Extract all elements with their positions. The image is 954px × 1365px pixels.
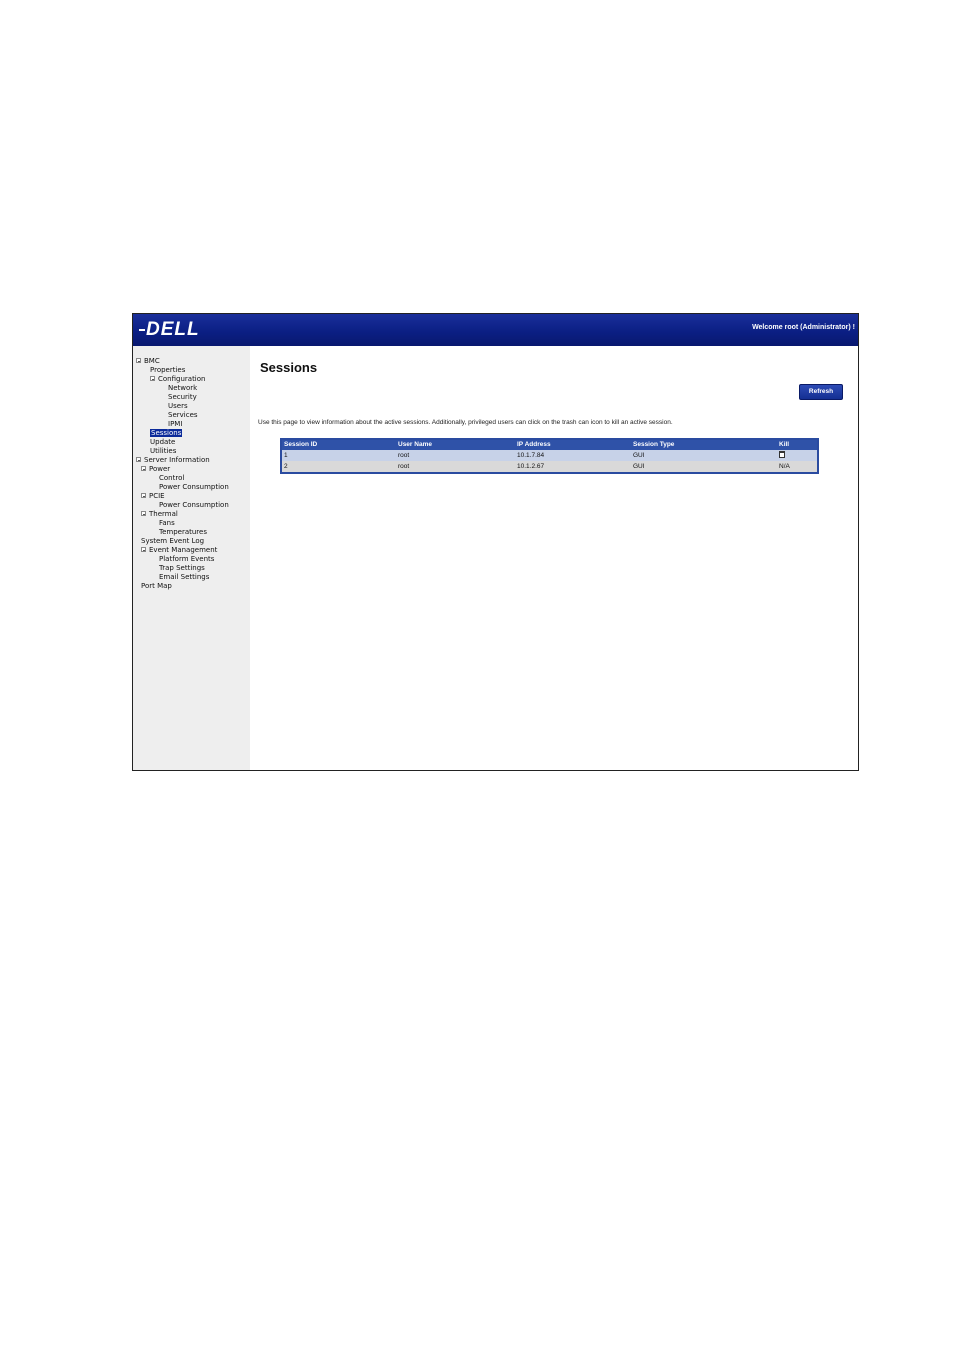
column-header-user-name: User Name xyxy=(396,439,515,450)
sidebar-item-port-map[interactable]: Port Map xyxy=(141,582,172,591)
sidebar-item-trap-settings[interactable]: Trap Settings xyxy=(159,564,205,573)
refresh-button[interactable]: Refresh xyxy=(799,384,843,400)
sidebar-item-platform-events[interactable]: Platform Events xyxy=(159,555,214,564)
sidebar-tree: BMC Properties Configuration Network Sec… xyxy=(133,346,250,770)
trash-icon[interactable] xyxy=(779,451,785,458)
collapse-icon[interactable] xyxy=(141,511,146,516)
cell-session-type: GUI xyxy=(631,461,777,473)
sidebar-item-power-control[interactable]: Control xyxy=(159,474,184,483)
browser-window: DELL Welcome root (Administrator) ! BMC … xyxy=(132,313,859,771)
main-content: Sessions Refresh Use this page to view i… xyxy=(250,346,858,770)
welcome-text: Welcome root (Administrator) ! xyxy=(752,324,855,331)
sidebar-item-users[interactable]: Users xyxy=(168,402,188,411)
sidebar-item-network[interactable]: Network xyxy=(168,384,197,393)
cell-user-name: root xyxy=(396,461,515,473)
sidebar-item-power[interactable]: Power xyxy=(141,465,170,474)
cell-ip-address: 10.1.7.84 xyxy=(515,450,631,461)
cell-session-type: GUI xyxy=(631,450,777,461)
collapse-icon[interactable] xyxy=(141,493,146,498)
sessions-table: Session ID User Name IP Address Session … xyxy=(280,438,819,474)
cell-session-id: 2 xyxy=(281,461,396,473)
sidebar-item-event-management[interactable]: Event Management xyxy=(141,546,217,555)
sidebar-item-thermal[interactable]: Thermal xyxy=(141,510,178,519)
sidebar-item-update[interactable]: Update xyxy=(150,438,175,447)
cell-user-name: root xyxy=(396,450,515,461)
column-header-kill: Kill xyxy=(777,439,818,450)
sidebar-item-power-consumption[interactable]: Power Consumption xyxy=(159,483,229,492)
sidebar-item-temperatures[interactable]: Temperatures xyxy=(159,528,207,537)
sidebar-item-security[interactable]: Security xyxy=(168,393,197,402)
column-header-ip-address: IP Address xyxy=(515,439,631,450)
sidebar-item-pcie[interactable]: PCIE xyxy=(141,492,165,501)
column-header-session-type: Session Type xyxy=(631,439,777,450)
collapse-icon[interactable] xyxy=(136,358,141,363)
sidebar-item-configuration[interactable]: Configuration xyxy=(150,375,205,384)
sidebar-item-sessions[interactable]: Sessions xyxy=(150,429,183,438)
sidebar-item-fans[interactable]: Fans xyxy=(159,519,175,528)
sidebar-item-properties[interactable]: Properties xyxy=(150,366,185,375)
sidebar-item-ipmi[interactable]: IPMI xyxy=(168,420,182,429)
dell-logo: DELL xyxy=(139,317,200,343)
logo-text: DELL xyxy=(146,319,200,340)
collapse-icon[interactable] xyxy=(150,376,155,381)
page-description: Use this page to view information about … xyxy=(258,419,673,426)
collapse-icon[interactable] xyxy=(141,547,146,552)
collapse-icon[interactable] xyxy=(136,457,141,462)
sidebar-item-server-information[interactable]: Server Information xyxy=(136,456,210,465)
cell-kill xyxy=(777,450,818,461)
column-header-session-id: Session ID xyxy=(281,439,396,450)
cell-ip-address: 10.1.2.67 xyxy=(515,461,631,473)
collapse-icon[interactable] xyxy=(141,466,146,471)
sidebar-item-bmc[interactable]: BMC xyxy=(136,357,160,366)
table-header-row: Session ID User Name IP Address Session … xyxy=(281,439,818,450)
sidebar-item-pcie-power-consumption[interactable]: Power Consumption xyxy=(159,501,229,510)
header-bar: DELL Welcome root (Administrator) ! xyxy=(133,314,858,346)
cell-session-id: 1 xyxy=(281,450,396,461)
cell-kill: N/A xyxy=(777,461,818,473)
sidebar-item-utilities[interactable]: Utilities xyxy=(150,447,176,456)
sidebar-item-email-settings[interactable]: Email Settings xyxy=(159,573,209,582)
sidebar-item-services[interactable]: Services xyxy=(168,411,198,420)
page-title: Sessions xyxy=(260,360,318,375)
table-row: 2 root 10.1.2.67 GUI N/A xyxy=(281,461,818,473)
sidebar-item-system-event-log[interactable]: System Event Log xyxy=(141,537,204,546)
table-row: 1 root 10.1.7.84 GUI xyxy=(281,450,818,461)
